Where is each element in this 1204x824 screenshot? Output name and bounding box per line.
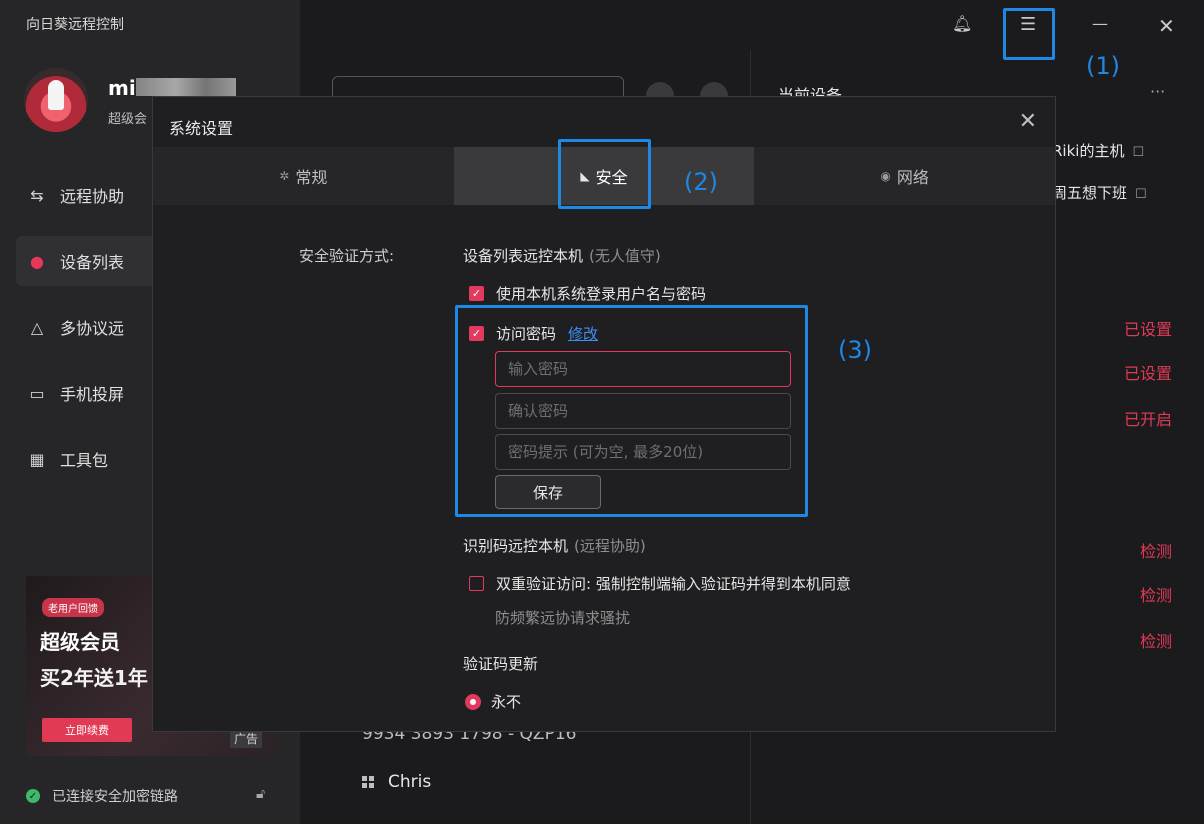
more-options-icon[interactable]: ···: [1150, 82, 1165, 101]
section-title: 设备列表远控本机: [463, 247, 584, 265]
renew-button[interactable]: 立即续费: [42, 718, 132, 742]
highlight-password-section: [455, 305, 808, 517]
radio-label: 永不: [491, 693, 522, 711]
dialog-title: 系统设置: [169, 119, 234, 138]
option-label: 双重验证访问: 强制控制端输入验证码并得到本机同意: [496, 575, 851, 593]
section-device-list-control: 设备列表远控本机 (无人值守): [463, 245, 661, 266]
toolbox-icon: ▦: [29, 449, 45, 469]
code-update-label: 验证码更新: [463, 655, 539, 673]
close-icon[interactable]: ✕: [1158, 14, 1175, 38]
promo-title: 超级会员: [40, 630, 120, 654]
remote-assist-icon: ⇆: [30, 185, 44, 205]
highlight-menu: [1003, 8, 1055, 60]
edit-icon[interactable]: ☐: [1135, 187, 1147, 202]
annotation-label-1: (1): [1086, 52, 1120, 80]
annotation-label-3: (3): [838, 336, 872, 364]
promo-offer: 买2年送1年: [40, 666, 148, 690]
windows-icon: [362, 776, 374, 788]
security-status: ✓ 已连接安全加密链路: [26, 786, 178, 806]
check-link-2[interactable]: 检测: [1140, 582, 1172, 606]
sidebar-item-label: 手机投屏: [60, 385, 125, 404]
radio-never[interactable]: 永不: [465, 691, 521, 712]
section-title: 识别码远控本机: [463, 537, 569, 555]
section-id-code-control: 识别码远控本机 (远程协助): [463, 535, 646, 556]
app-title: 向日葵远程控制: [26, 17, 124, 33]
section-subtitle: (远程协助): [574, 537, 646, 555]
promo-badge: 老用户回馈: [42, 598, 104, 617]
sidebar-item-label: 工具包: [60, 451, 109, 470]
user-name: mi: [108, 76, 136, 100]
tab-label: 网络: [896, 168, 929, 187]
tab-general[interactable]: ✲ 常规: [153, 147, 454, 205]
two-factor-note: 防频繁远协请求骚扰: [495, 609, 631, 627]
use-system-login-option[interactable]: ✓ 使用本机系统登录用户名与密码: [469, 283, 706, 304]
shield-check-icon: ✓: [26, 789, 40, 803]
dialog-close-icon[interactable]: ✕: [1019, 109, 1037, 134]
option-label: 使用本机系统登录用户名与密码: [496, 285, 707, 303]
status-set-1: 已设置: [1123, 320, 1172, 339]
device-name-text: Riki的主机: [1052, 142, 1125, 160]
device-row-name: Chris: [388, 772, 432, 792]
sidebar-item-label: 多协议远: [60, 319, 125, 338]
check-link-1[interactable]: 检测: [1140, 538, 1172, 562]
checkbox-checked-icon[interactable]: ✓: [469, 286, 484, 301]
section-subtitle: (无人值守): [589, 247, 661, 265]
annotation-label-2: (2): [684, 168, 718, 196]
device-note[interactable]: 周五想下班 ☐: [1052, 182, 1147, 203]
gear-icon: ✲: [279, 169, 290, 183]
device-note-text: 周五想下班: [1052, 184, 1128, 202]
sidebar-item-label: 远程协助: [60, 187, 125, 206]
rocket-icon: [48, 80, 64, 110]
security-status-text: 已连接安全加密链路: [52, 789, 178, 805]
tab-label: 常规: [295, 168, 328, 187]
status-enabled: 已开启: [1123, 410, 1172, 429]
two-factor-option[interactable]: 双重验证访问: 强制控制端输入验证码并得到本机同意: [469, 573, 851, 594]
radio-selected-icon[interactable]: [465, 693, 481, 710]
highlight-security-tab: [558, 139, 651, 209]
tab-network[interactable]: ◉ 网络: [754, 147, 1055, 205]
globe-icon: ◉: [880, 169, 891, 183]
check-link-3[interactable]: 检测: [1140, 628, 1172, 652]
list-item[interactable]: Chris: [362, 772, 431, 792]
multi-protocol-icon: △: [30, 317, 44, 337]
status-set-2: 已设置: [1123, 364, 1172, 383]
screen-cast-icon: ▭: [29, 383, 45, 403]
edit-icon[interactable]: ☐: [1132, 145, 1144, 160]
security-method-label: 安全验证方式:: [299, 247, 395, 265]
user-level: 超级会: [108, 112, 148, 127]
device-name[interactable]: Riki的主机 ☐: [1052, 140, 1144, 161]
device-list-icon: ●: [30, 251, 44, 271]
checkbox-unchecked-icon[interactable]: [469, 576, 484, 591]
minimize-icon[interactable]: —: [1092, 14, 1108, 33]
bell-icon[interactable]: 🔔︎: [952, 14, 972, 33]
lock-icon[interactable]: 🔓︎: [256, 786, 265, 802]
sidebar-item-label: 设备列表: [60, 253, 125, 272]
blurred-username: [136, 78, 236, 96]
avatar[interactable]: [24, 68, 88, 132]
